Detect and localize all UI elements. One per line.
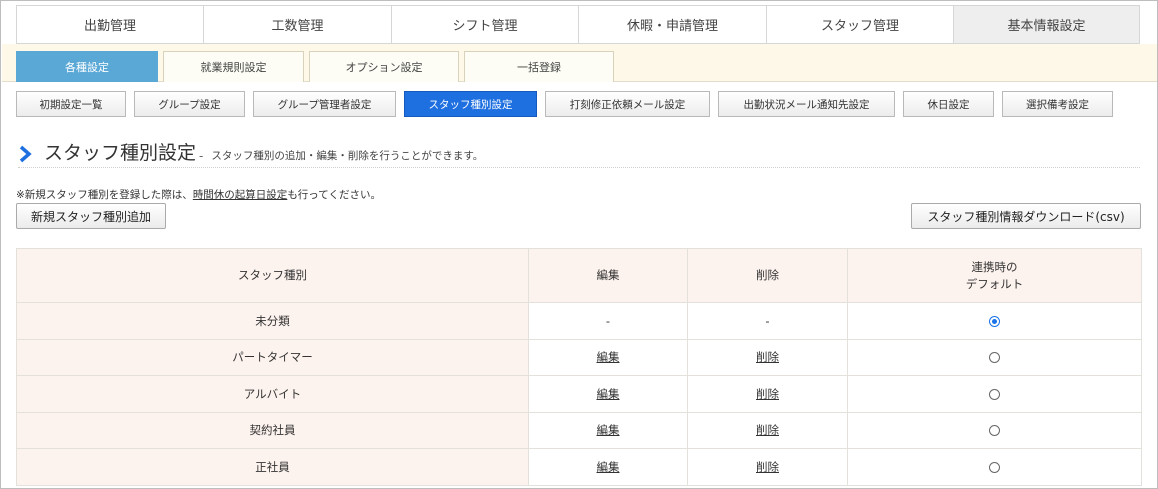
tab-attendance[interactable]: 出勤管理	[17, 6, 204, 43]
table-row: 未分類 - -	[16, 302, 1142, 340]
tab-shift[interactable]: シフト管理	[392, 6, 579, 43]
edit-link[interactable]: 編集	[597, 460, 620, 474]
remark-options-button[interactable]: 選択備考設定	[1002, 91, 1113, 117]
initial-settings-button[interactable]: 初期設定一覧	[16, 91, 126, 117]
delete-cell: 削除	[687, 338, 848, 376]
staff-type-name: 正社員	[16, 448, 529, 486]
tab-basic-settings[interactable]: 基本情報設定	[954, 6, 1139, 43]
default-cell	[847, 448, 1142, 486]
column-header-default: 連携時の デフォルト	[847, 248, 1142, 303]
staff-type-name: アルバイト	[16, 375, 529, 413]
edit-cell: 編集	[528, 375, 688, 413]
page-title: スタッフ種別設定	[44, 142, 197, 164]
default-cell	[847, 338, 1142, 376]
group-settings-button[interactable]: グループ設定	[134, 91, 245, 117]
delete-cell: 削除	[687, 448, 848, 486]
subtab-options[interactable]: オプション設定	[309, 51, 459, 82]
staff-type-name: パートタイマー	[16, 338, 529, 376]
attendance-mail-notify-button[interactable]: 出勤状況メール通知先設定	[718, 91, 895, 117]
settings-button-row: 初期設定一覧 グループ設定 グループ管理者設定 スタッフ種別設定 打刻修正依頼メ…	[16, 91, 1121, 117]
table-header-row: スタッフ種別 編集 削除 連携時の デフォルト	[16, 248, 1142, 303]
delete-link[interactable]: 削除	[756, 423, 779, 437]
edit-cell: 編集	[528, 338, 688, 376]
delete-cell: 削除	[687, 411, 848, 449]
download-csv-button[interactable]: スタッフ種別情報ダウンロード(csv)	[911, 203, 1141, 229]
subtab-general-settings[interactable]: 各種設定	[16, 51, 158, 82]
edit-link[interactable]: 編集	[597, 350, 620, 364]
default-radio[interactable]	[989, 315, 1000, 327]
page-description: スタッフ種別の追加・編集・削除を行うことができます。	[211, 150, 484, 162]
column-header-delete: 削除	[687, 248, 848, 303]
staff-type-settings-button[interactable]: スタッフ種別設定	[404, 91, 537, 117]
notice-prefix: ※新規スタッフ種別を登録した際は、	[16, 189, 193, 201]
sub-nav-band: 各種設定 就業規則設定 オプション設定 一括登録	[2, 44, 1157, 82]
tab-staff[interactable]: スタッフ管理	[767, 6, 954, 43]
staff-type-name: 未分類	[16, 302, 529, 340]
app-frame: 出勤管理 工数管理 シフト管理 休暇・申請管理 スタッフ管理 基本情報設定 各種…	[0, 0, 1158, 489]
sub-tabs: 各種設定 就業規則設定 オプション設定 一括登録	[16, 51, 619, 82]
punch-correction-mail-button[interactable]: 打刻修正依頼メール設定	[545, 91, 710, 117]
table-row: 正社員 編集 削除	[16, 448, 1142, 486]
delete-cell: 削除	[687, 375, 848, 413]
tab-manhours[interactable]: 工数管理	[204, 6, 392, 43]
holiday-settings-button[interactable]: 休日設定	[903, 91, 994, 117]
default-radio[interactable]	[989, 425, 1000, 437]
title-separator: -	[199, 149, 204, 163]
main-nav: 出勤管理 工数管理 シフト管理 休暇・申請管理 スタッフ管理 基本情報設定	[16, 5, 1140, 44]
add-staff-type-button[interactable]: 新規スタッフ種別追加	[16, 203, 166, 229]
column-header-staff-type: スタッフ種別	[16, 248, 529, 303]
tab-leave-requests[interactable]: 休暇・申請管理	[579, 6, 767, 43]
subtab-work-rules[interactable]: 就業規則設定	[163, 51, 304, 82]
group-admin-settings-button[interactable]: グループ管理者設定	[253, 91, 396, 117]
chevron-right-icon	[19, 145, 32, 163]
notice-text: ※新規スタッフ種別を登録した際は、時間休の起算日設定も行ってください。	[16, 187, 381, 202]
default-radio[interactable]	[989, 461, 1000, 473]
default-radio[interactable]	[989, 388, 1000, 400]
default-cell	[847, 375, 1142, 413]
column-header-edit: 編集	[528, 248, 688, 303]
subtab-bulk-register[interactable]: 一括登録	[464, 51, 614, 82]
edit-link[interactable]: 編集	[597, 387, 620, 401]
staff-type-name: 契約社員	[16, 411, 529, 449]
hourly-leave-start-date-link[interactable]: 時間休の起算日設定	[193, 189, 288, 201]
default-header-line1: 連携時の	[971, 260, 1018, 275]
table-row: アルバイト 編集 削除	[16, 375, 1142, 413]
table-row: 契約社員 編集 削除	[16, 411, 1142, 449]
default-radio[interactable]	[989, 352, 1000, 364]
delete-link[interactable]: 削除	[756, 387, 779, 401]
default-cell	[847, 302, 1142, 340]
default-cell	[847, 411, 1142, 449]
delete-link[interactable]: 削除	[756, 460, 779, 474]
edit-link[interactable]: 編集	[597, 423, 620, 437]
default-header-line2: デフォルト	[965, 276, 1024, 291]
edit-cell: 編集	[528, 448, 688, 486]
page-heading: スタッフ種別設定 - スタッフ種別の追加・編集・削除を行うことができます。	[18, 141, 1140, 168]
table-row: パートタイマー 編集 削除	[16, 338, 1142, 376]
edit-cell: -	[528, 302, 688, 340]
delete-cell: -	[687, 302, 848, 340]
notice-suffix: も行ってください。	[287, 189, 381, 201]
delete-link[interactable]: 削除	[756, 350, 779, 364]
staff-type-table: スタッフ種別 編集 削除 連携時の デフォルト 未分類 - - パートタイマー …	[16, 248, 1142, 486]
edit-cell: 編集	[528, 411, 688, 449]
